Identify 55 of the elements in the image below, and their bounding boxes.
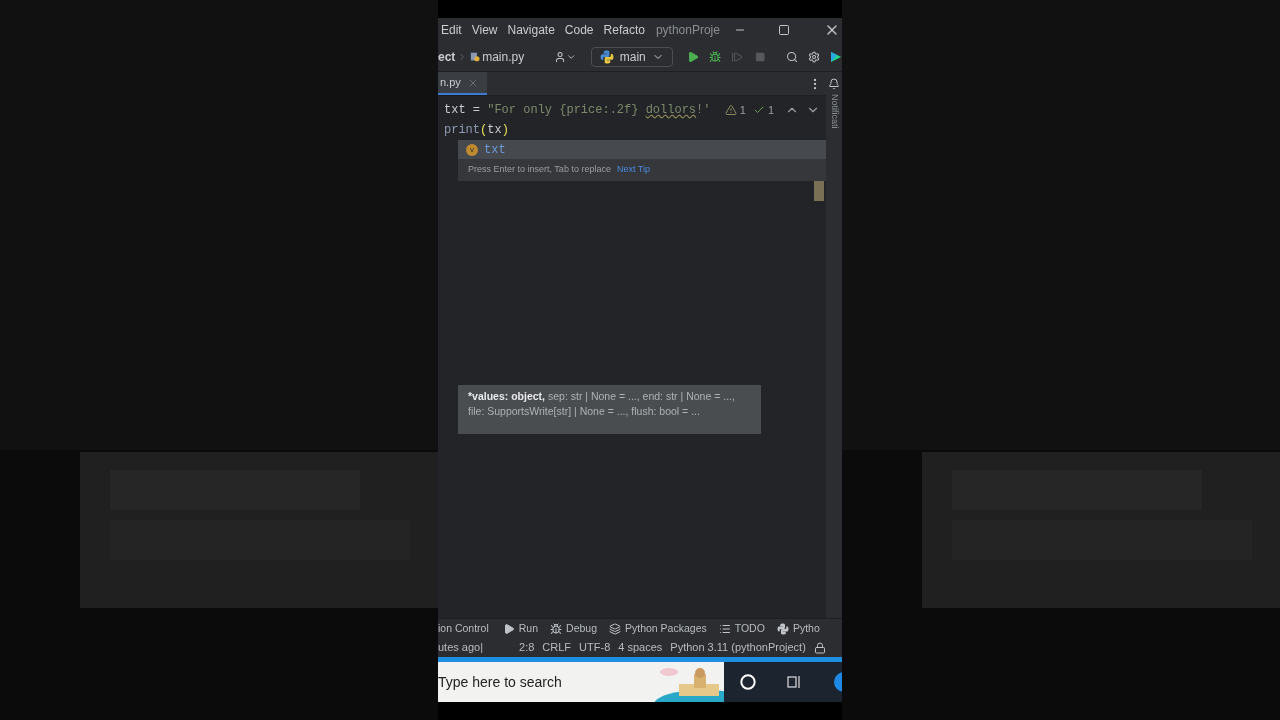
- status-item[interactable]: Python 3.11 (pythonProject): [670, 639, 806, 656]
- window-title: pythonProje: [654, 22, 721, 39]
- logo-icon[interactable]: [829, 49, 842, 64]
- editor-tab[interactable]: n.py: [438, 72, 487, 95]
- lock-icon[interactable]: [813, 641, 826, 654]
- task-view-icon[interactable]: [786, 674, 802, 690]
- run-config-dropdown[interactable]: main: [590, 46, 673, 67]
- settings-icon[interactable]: [807, 49, 820, 64]
- tool-window-tab[interactable]: TODO: [718, 620, 765, 637]
- tool-window-tab[interactable]: ion Control: [438, 620, 489, 637]
- completion-hint: Press Enter to insert, Tab to replace: [468, 163, 611, 177]
- menu-item[interactable]: Edit: [438, 21, 467, 39]
- status-item[interactable]: UTF-8: [579, 639, 611, 656]
- completion-text: txt: [484, 141, 506, 159]
- menu-item[interactable]: Navigate: [502, 21, 560, 39]
- menu-item[interactable]: Code: [559, 21, 599, 39]
- tool-window-tab[interactable]: Python Packages: [609, 620, 707, 637]
- python-icon: [599, 49, 614, 64]
- menu-item[interactable]: View: [466, 21, 503, 39]
- breadcrumb-item[interactable]: main.py: [482, 47, 525, 66]
- search-icon[interactable]: [785, 49, 798, 64]
- status-item[interactable]: 4 spaces: [618, 639, 663, 656]
- notifications-icon[interactable]: [828, 78, 840, 90]
- cortana-icon[interactable]: [740, 674, 756, 690]
- variable-badge: v: [466, 143, 478, 156]
- layers-icon: [609, 622, 621, 635]
- bug-icon[interactable]: [708, 49, 722, 64]
- code-line: print(tx): [444, 122, 509, 139]
- notifications-tab[interactable]: Notificati: [827, 94, 841, 129]
- status-item[interactable]: CRLF: [542, 639, 572, 656]
- user-icon[interactable]: [554, 49, 567, 64]
- check-icon: [752, 104, 765, 116]
- maximize-icon[interactable]: [777, 24, 790, 36]
- completion-item[interactable]: v txt: [458, 140, 826, 159]
- status-item: utes ago|: [438, 640, 484, 656]
- scroll-thumb: [814, 181, 824, 201]
- code-line: txt = "For only {price:.2f} dollors!': [444, 102, 711, 119]
- tool-window-tab[interactable]: Debug: [550, 620, 597, 637]
- play-icon: [502, 622, 515, 635]
- warning-count: 1: [739, 102, 746, 118]
- menu-item[interactable]: Refacto: [598, 21, 650, 39]
- taskbar-search-field[interactable]: Type here to search: [438, 662, 644, 702]
- breadcrumb-item[interactable]: ect: [438, 47, 456, 66]
- tool-window-tab[interactable]: Pytho: [776, 620, 820, 637]
- next-tip-link[interactable]: Next Tip: [616, 163, 650, 177]
- run-icon[interactable]: [686, 49, 699, 64]
- python-file-icon: [469, 50, 481, 63]
- list-icon: [718, 622, 731, 635]
- warning-icon: [724, 104, 737, 116]
- python-icon: [776, 622, 789, 635]
- bug-icon: [550, 622, 563, 635]
- status-item[interactable]: 2:8: [519, 639, 535, 656]
- tool-window-tab[interactable]: Run: [502, 620, 539, 637]
- weak-warning-count: 1: [767, 102, 774, 118]
- parameter-info: *values: object, sep: str | None = ..., end: str | None = ..., file: SupportsWrite[str] | None = ..., flush: bool = ...: [458, 385, 761, 434]
